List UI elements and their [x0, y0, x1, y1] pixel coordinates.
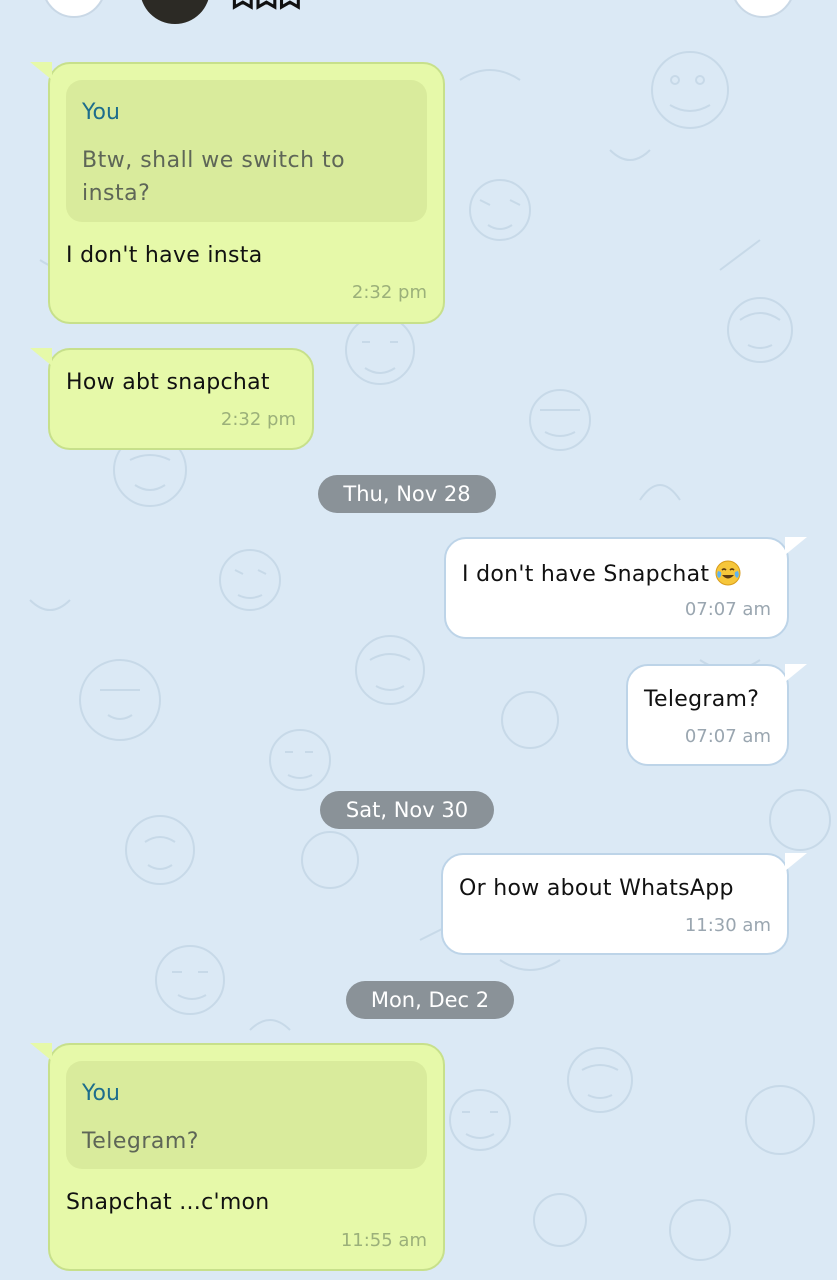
- reply-author: You: [82, 1081, 120, 1106]
- reply-quote[interactable]: You Btw, shall we switch to insta?: [66, 80, 427, 222]
- date-separator: Mon, Dec 2: [346, 981, 514, 1019]
- message-text: Snapchat ...c'mon: [66, 1190, 270, 1215]
- bubble-tail: [785, 853, 807, 871]
- message-time: 07:07 am: [684, 599, 771, 620]
- message-text: I don't have insta: [66, 243, 263, 268]
- message-bubble-incoming[interactable]: You Btw, shall we switch to insta? I don…: [30, 62, 445, 324]
- back-button[interactable]: [42, 0, 106, 18]
- bubble-tail: [785, 664, 807, 682]
- reply-text: Telegram?: [82, 1129, 199, 1154]
- chat-title: ᗣᗣᗣ: [232, 0, 303, 16]
- date-separator: Thu, Nov 28: [318, 475, 496, 513]
- message-bubble-incoming[interactable]: You Telegram? Snapchat ...c'mon 11:55 am: [30, 1043, 445, 1271]
- message-bubble-outgoing[interactable]: Or how about WhatsApp 11:30 am: [441, 853, 807, 955]
- message-time: 2:32 pm: [351, 282, 427, 303]
- reply-author: You: [82, 100, 120, 125]
- reply-quote[interactable]: You Telegram?: [66, 1061, 427, 1169]
- bubble-tail: [785, 537, 807, 555]
- message-bubble-incoming[interactable]: How abt snapchat 2:32 pm: [30, 348, 314, 450]
- message-bubble-outgoing[interactable]: I don't have Snapchat 07:07 am: [444, 537, 807, 639]
- message-text: I don't have Snapchat: [462, 560, 741, 588]
- message-text: Telegram?: [644, 687, 760, 712]
- message-time: 11:30 am: [684, 915, 771, 936]
- more-button[interactable]: [731, 0, 795, 18]
- bubble-tail: [30, 348, 52, 366]
- message-time: 07:07 am: [684, 726, 771, 747]
- face-with-tears-of-joy-icon: [715, 560, 741, 586]
- message-text-content: I don't have Snapchat: [462, 562, 710, 587]
- avatar[interactable]: [140, 0, 210, 24]
- reply-text: Btw, shall we switch to insta?: [82, 148, 346, 206]
- message-time: 2:32 pm: [220, 409, 296, 430]
- message-time: 11:55 am: [340, 1230, 427, 1251]
- bubble-tail: [30, 1043, 52, 1061]
- date-separator: Sat, Nov 30: [320, 791, 494, 829]
- message-text: How abt snapchat: [66, 370, 270, 395]
- bubble-tail: [30, 62, 52, 80]
- message-text: Or how about WhatsApp: [459, 876, 734, 901]
- message-bubble-outgoing[interactable]: Telegram? 07:07 am: [626, 664, 807, 766]
